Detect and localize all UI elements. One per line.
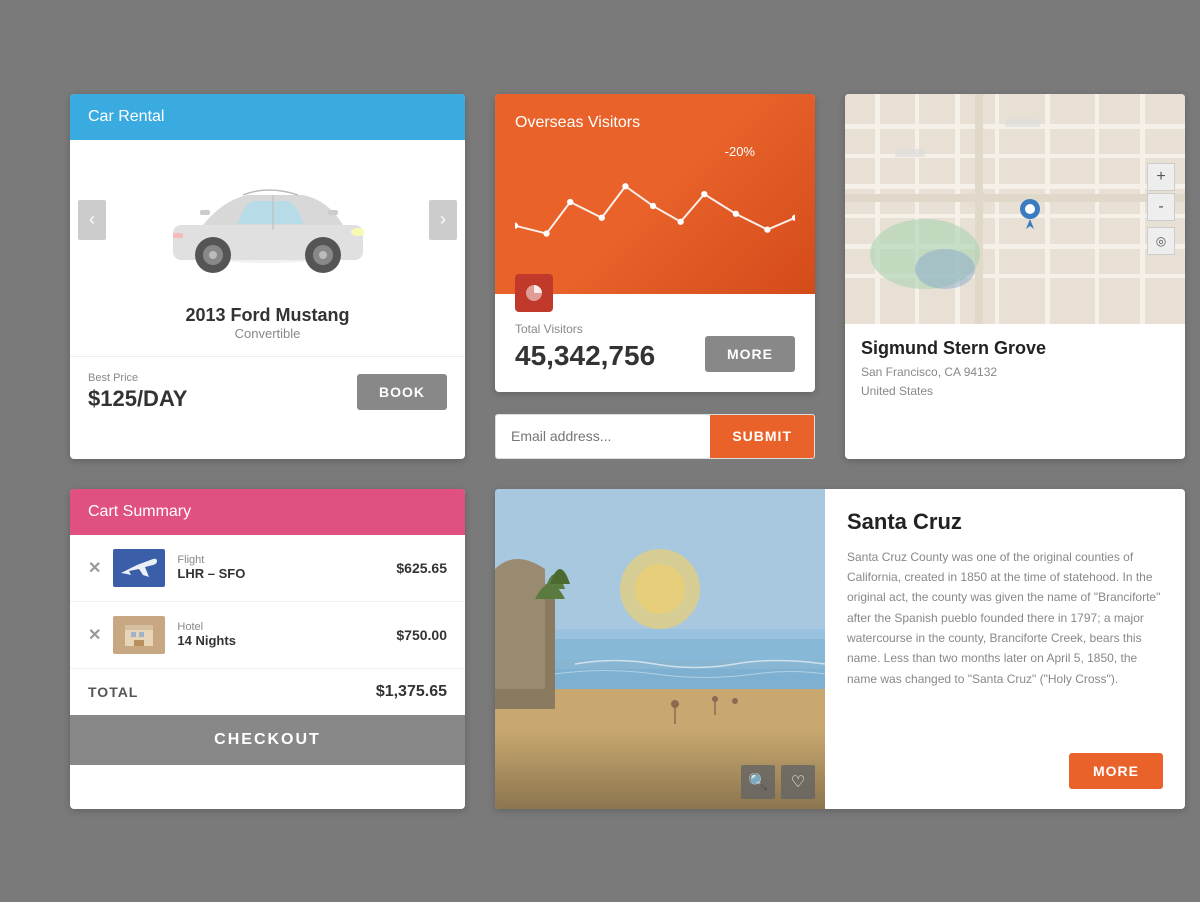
flight-info: Flight LHR – SFO xyxy=(177,554,384,581)
checkout-button[interactable]: CHECKOUT xyxy=(70,715,465,765)
cart-item-flight: ✕ Flight LHR – SFO $625.65 xyxy=(70,535,465,602)
santa-cruz-more-button[interactable]: MORE xyxy=(1069,753,1163,789)
car-rental-card: Car Rental ‹ xyxy=(70,94,465,459)
visitors-stats: Total Visitors 45,342,756 xyxy=(515,322,655,372)
pie-chart-icon xyxy=(524,283,544,303)
row2: Cart Summary ✕ Flight LHR – SFO $625.65 xyxy=(70,489,1185,809)
map-svg xyxy=(845,94,1185,324)
search-image-button[interactable]: 🔍 xyxy=(741,765,775,799)
car-image xyxy=(158,165,378,275)
santa-cruz-content: Santa Cruz Santa Cruz County was one of … xyxy=(825,489,1185,809)
email-input[interactable] xyxy=(496,415,710,458)
santa-cruz-body: Santa Cruz Santa Cruz County was one of … xyxy=(847,509,1163,690)
image-actions: 🔍 ♡ xyxy=(741,765,815,799)
total-visitors-count: 45,342,756 xyxy=(515,340,655,372)
visitors-line-chart xyxy=(515,142,795,262)
chart-pie-icon xyxy=(515,274,553,312)
hotel-price: $750.00 xyxy=(396,627,447,643)
cart-total-price: $1,375.65 xyxy=(376,683,447,701)
hotel-info: Hotel 14 Nights xyxy=(177,621,384,648)
hotel-thumbnail xyxy=(113,616,165,654)
santa-cruz-card: 🔍 ♡ Santa Cruz Santa Cruz County was one… xyxy=(495,489,1185,809)
car-rental-header: Car Rental xyxy=(70,94,465,140)
map-place-name: Sigmund Stern Grove xyxy=(861,338,1169,359)
car-name: 2013 Ford Mustang xyxy=(70,305,465,326)
flight-thumbnail xyxy=(113,549,165,587)
visitors-chart-area: Overseas Visitors -20% xyxy=(495,94,815,294)
car-type: Convertible xyxy=(70,326,465,341)
map-address-line1: San Francisco, CA 94132 xyxy=(861,363,1169,382)
santa-cruz-image: 🔍 ♡ xyxy=(495,489,825,809)
hotel-category: Hotel xyxy=(177,621,384,633)
car-prev-button[interactable]: ‹ xyxy=(78,200,106,240)
heart-button[interactable]: ♡ xyxy=(781,765,815,799)
visitors-chart-title: Overseas Visitors xyxy=(515,114,795,132)
cart-total-row: TOTAL $1,375.65 xyxy=(70,669,465,715)
map-address-line2: United States xyxy=(861,382,1169,401)
map-card: + - ◎ Sigmund Stern Grove San Francisco,… xyxy=(845,94,1185,459)
car-pricing: Best Price $125/DAY xyxy=(88,372,187,412)
plane-icon xyxy=(117,553,161,583)
main-container: Overseas Visitors -20% xyxy=(50,74,1150,829)
car-rental-title: Car Rental xyxy=(88,108,447,126)
col1: Overseas Visitors -20% xyxy=(495,94,815,459)
map-zoom-out-button[interactable]: - xyxy=(1147,193,1175,221)
email-submit-row: SUBMIT xyxy=(495,414,815,459)
remove-hotel-button[interactable]: ✕ xyxy=(88,625,101,645)
cart-header: Cart Summary xyxy=(70,489,465,535)
car-image-area: ‹ xyxy=(70,140,465,300)
remove-flight-button[interactable]: ✕ xyxy=(88,558,101,578)
flight-category: Flight xyxy=(177,554,384,566)
car-info: 2013 Ford Mustang Convertible xyxy=(70,300,465,356)
car-price: $125/DAY xyxy=(88,386,187,412)
car-price-label: Best Price xyxy=(88,372,187,384)
book-button[interactable]: BOOK xyxy=(357,374,447,410)
cart-total-label: TOTAL xyxy=(88,684,138,700)
visitors-more-button[interactable]: MORE xyxy=(705,336,795,372)
hotel-desc: 14 Nights xyxy=(177,633,384,648)
flight-price: $625.65 xyxy=(396,560,447,576)
visitors-card: Overseas Visitors -20% xyxy=(495,94,815,392)
flight-desc: LHR – SFO xyxy=(177,566,384,581)
submit-button[interactable]: SUBMIT xyxy=(710,415,814,458)
hotel-icon xyxy=(117,620,161,650)
map-area: + - ◎ xyxy=(845,94,1185,324)
santa-cruz-title: Santa Cruz xyxy=(847,509,1163,535)
map-compass-button[interactable]: ◎ xyxy=(1147,227,1175,255)
car-footer: Best Price $125/DAY BOOK xyxy=(70,356,465,427)
cart-title: Cart Summary xyxy=(88,503,447,521)
cart-card: Cart Summary ✕ Flight LHR – SFO $625.65 xyxy=(70,489,465,809)
map-info: Sigmund Stern Grove San Francisco, CA 94… xyxy=(845,324,1185,415)
map-zoom-in-button[interactable]: + xyxy=(1147,163,1175,191)
visitors-chart-label: -20% xyxy=(725,144,755,159)
map-address: San Francisco, CA 94132 United States xyxy=(861,363,1169,401)
car-next-button[interactable]: › xyxy=(429,200,457,240)
map-zoom-controls: + - ◎ xyxy=(1147,163,1175,255)
santa-cruz-footer: MORE xyxy=(847,753,1163,789)
santa-cruz-description: Santa Cruz County was one of the origina… xyxy=(847,547,1163,690)
total-visitors-label: Total Visitors xyxy=(515,322,655,336)
checkout-label: CHECKOUT xyxy=(214,731,321,748)
cart-item-hotel: ✕ Hotel 14 Nights $75 xyxy=(70,602,465,669)
cart-items: ✕ Flight LHR – SFO $625.65 ✕ xyxy=(70,535,465,669)
